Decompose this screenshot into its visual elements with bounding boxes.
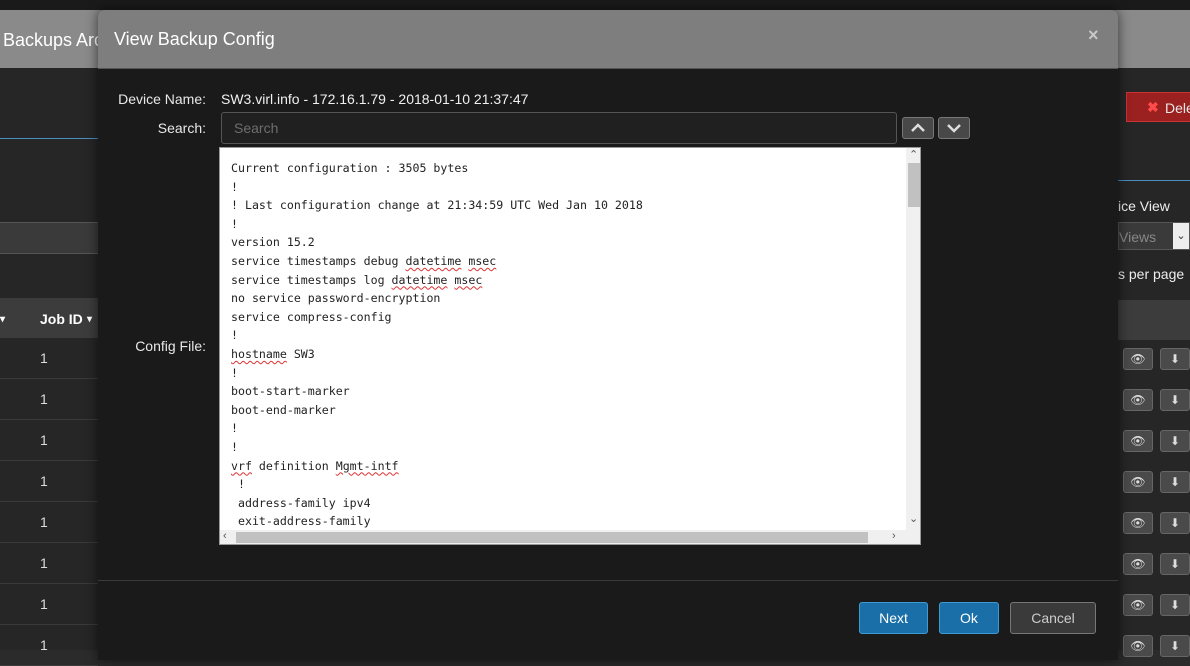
device-name-label: Device Name: — [118, 91, 206, 107]
divider — [0, 138, 98, 139]
job-id-cell: 1 — [40, 555, 48, 571]
column-header-job-id[interactable]: Job ID — [40, 311, 83, 327]
config-text: Current configuration : 3505 bytes ! ! L… — [231, 161, 643, 529]
view-backup-config-dialog: View Backup Config × Device Name: SW3.vi… — [98, 10, 1118, 660]
device-name-value: SW3.virl.info - 172.16.1.79 - 2018-01-10… — [221, 91, 529, 107]
download-icon[interactable]: ⬇ — [1160, 512, 1190, 534]
chevron-down-icon: ⌄ — [1173, 223, 1189, 249]
scroll-up-icon[interactable]: ⌃ — [909, 148, 918, 161]
download-icon[interactable]: ⬇ — [1160, 635, 1190, 657]
delete-button[interactable]: ✖ Dele — [1126, 92, 1190, 122]
search-label: Search: — [157, 120, 206, 136]
scroll-thumb[interactable] — [908, 163, 920, 207]
job-id-cell: 1 — [40, 473, 48, 489]
job-id-cell: 1 — [40, 637, 48, 653]
scroll-thumb[interactable] — [236, 532, 868, 543]
download-icon[interactable]: ⬇ — [1160, 389, 1190, 411]
chevron-down-icon — [947, 124, 961, 133]
divider — [1118, 180, 1190, 181]
sort-caret-icon[interactable]: ▾ — [87, 314, 92, 325]
table-row: 1 — [0, 502, 98, 543]
job-id-cell: 1 — [40, 514, 48, 530]
footer-divider — [98, 580, 1118, 581]
view-icon[interactable]: 👁 — [1123, 635, 1153, 657]
view-icon[interactable]: 👁 — [1123, 512, 1153, 534]
table-header — [1118, 300, 1190, 340]
sort-caret-icon[interactable]: ▾ — [0, 314, 5, 325]
table-row: 1 — [0, 584, 98, 625]
top-toolbar — [0, 0, 1190, 10]
search-input[interactable] — [221, 112, 897, 144]
table-row: 1 — [0, 543, 98, 584]
search-previous-button[interactable] — [902, 117, 934, 139]
views-select[interactable]: Views ⌄ — [1118, 222, 1190, 250]
download-icon[interactable]: ⬇ — [1160, 553, 1190, 575]
table-row: 1 — [0, 379, 98, 420]
download-icon[interactable]: ⬇ — [1160, 430, 1190, 452]
view-icon[interactable]: 👁 — [1123, 594, 1153, 616]
ok-button[interactable]: Ok — [939, 602, 999, 634]
chevron-up-icon — [911, 123, 925, 132]
scroll-down-icon[interactable]: ⌄ — [909, 512, 918, 525]
filter-bar — [0, 222, 98, 254]
table-row: 1 — [0, 338, 98, 379]
scroll-left-icon[interactable]: ‹ — [223, 530, 227, 542]
config-file-label: Config File: — [135, 338, 206, 354]
job-id-cell: 1 — [40, 350, 48, 366]
horizontal-scrollbar[interactable]: ‹ › — [220, 530, 906, 544]
next-button[interactable]: Next — [859, 602, 928, 634]
table-row: 1 — [0, 420, 98, 461]
table-header: ▾ Job ID ▾ — [0, 298, 98, 338]
scroll-corner — [906, 530, 920, 544]
job-id-cell: 1 — [40, 596, 48, 612]
config-file-viewer[interactable]: Current configuration : 3505 bytes ! ! L… — [219, 147, 921, 545]
search-next-button[interactable] — [938, 117, 970, 139]
per-page-label: s per page — [1118, 266, 1185, 282]
download-icon[interactable]: ⬇ — [1160, 471, 1190, 493]
vertical-scrollbar[interactable]: ⌃ ⌄ — [906, 148, 920, 530]
dialog-title: View Backup Config — [114, 29, 275, 49]
job-id-cell: 1 — [40, 391, 48, 407]
delete-icon: ✖ — [1147, 99, 1159, 115]
device-view-label: ice View — [1118, 198, 1170, 214]
job-id-cell: 1 — [40, 432, 48, 448]
download-icon[interactable]: ⬇ — [1160, 348, 1190, 370]
table-row: 1 — [0, 461, 98, 502]
close-icon[interactable]: × — [1088, 25, 1099, 46]
download-icon[interactable]: ⬇ — [1160, 594, 1190, 616]
view-icon[interactable]: 👁 — [1123, 430, 1153, 452]
cancel-button[interactable]: Cancel — [1010, 602, 1096, 634]
view-icon[interactable]: 👁 — [1123, 348, 1153, 370]
view-icon[interactable]: 👁 — [1123, 471, 1153, 493]
view-icon[interactable]: 👁 — [1123, 553, 1153, 575]
scroll-right-icon[interactable]: › — [892, 530, 896, 542]
page-title: Backups Arc — [3, 30, 104, 50]
table-row: 1 — [0, 625, 98, 666]
dialog-header: View Backup Config × — [98, 10, 1118, 69]
view-icon[interactable]: 👁 — [1123, 389, 1153, 411]
